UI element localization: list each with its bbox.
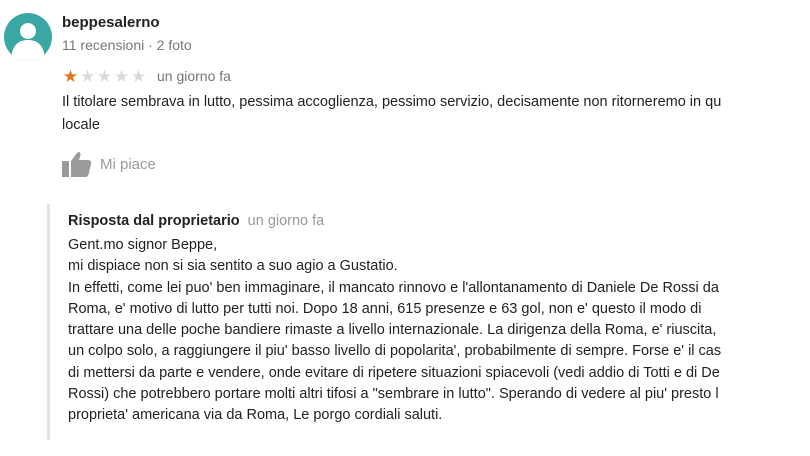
reviewer-meta: 11 recensioni · 2 foto (62, 37, 192, 53)
owner-reply-line: Rossi) che potrebbero portare molti altr… (68, 386, 719, 403)
owner-reply-line: In effetti, come lei puo' ben immaginare… (68, 279, 719, 296)
like-label: Mi piace (100, 155, 156, 173)
like-button[interactable]: Mi piace (62, 150, 156, 178)
review-text-line: Il titolare sembrava in lutto, pessima a… (62, 94, 722, 110)
owner-reply-text: Gent.mo signor Beppe, mi dispiace non si… (68, 235, 810, 427)
reviewer-name[interactable]: beppesalerno (62, 14, 160, 31)
owner-reply-line: proprieta' americana via da Roma, Le por… (68, 407, 443, 424)
owner-reply-line: mi dispiace non si sia sentito a suo agi… (68, 258, 398, 275)
review-time: un giorno fa (157, 68, 231, 84)
star-empty-icon: ★ (79, 66, 96, 86)
owner-reply-line: Roma, e' motivo di lutto per tutti noi. … (68, 300, 702, 317)
avatar[interactable] (4, 13, 52, 61)
review-text: Il titolare sembrava in lutto, pessima a… (62, 91, 810, 137)
thumbs-up-icon (62, 152, 92, 177)
owner-reply-line: di mettersi da parte e vendere, onde evi… (68, 364, 720, 381)
owner-reply: Risposta dal proprietario un giorno fa G… (47, 204, 810, 440)
owner-reply-line: Gent.mo signor Beppe, (68, 237, 218, 253)
star-empty-icon: ★ (96, 66, 113, 86)
star-empty-icon: ★ (130, 66, 147, 86)
person-icon (12, 23, 44, 61)
owner-reply-line: un colpo solo, a raggiungere il piu' bas… (68, 343, 722, 360)
star-rating: ★ ★ ★ ★ ★ (62, 68, 147, 85)
owner-reply-time: un giorno fa (247, 213, 325, 229)
owner-reply-line: trattare una delle poche bandiere rimast… (68, 322, 717, 339)
review-card: beppesalerno 11 recensioni · 2 foto ★ ★ ★ ★… (0, 0, 810, 456)
rating-row: ★ ★ ★ ★ ★ un giorno fa (62, 66, 231, 86)
review-text-line: locale (62, 117, 100, 133)
owner-reply-title: Risposta dal proprietario (68, 213, 240, 229)
star-filled-icon: ★ (62, 66, 79, 86)
owner-reply-header: Risposta dal proprietario un giorno fa (68, 213, 324, 229)
star-empty-icon: ★ (113, 66, 130, 86)
